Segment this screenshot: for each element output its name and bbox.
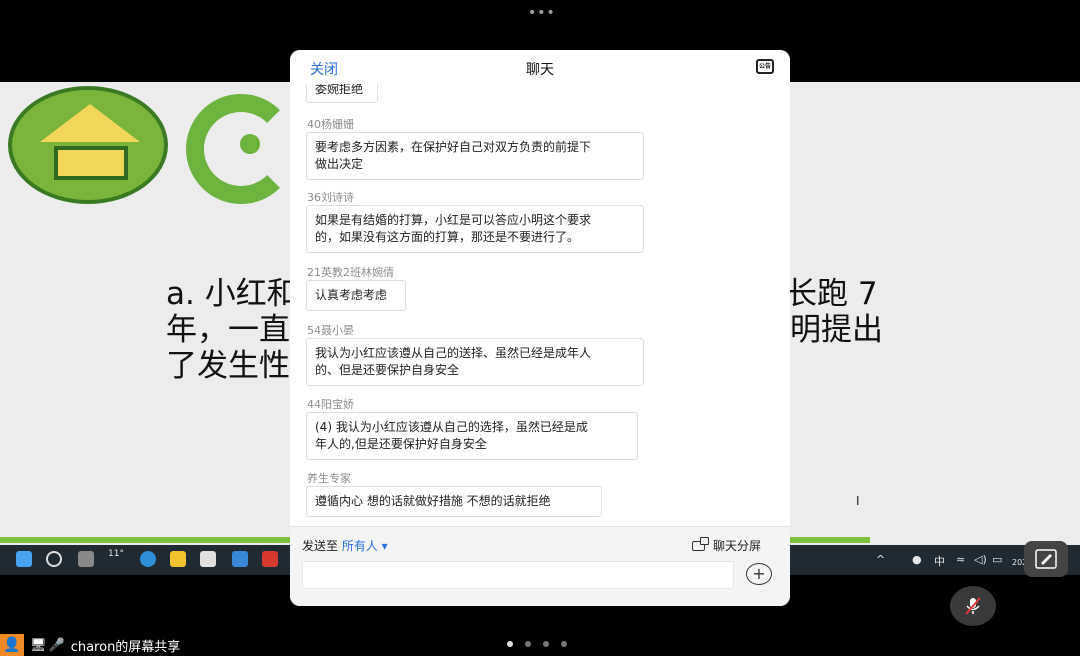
- plus-icon[interactable]: +: [746, 563, 772, 585]
- send-to-target[interactable]: 所有人 ▾: [342, 539, 388, 553]
- message-bubble: 要考虑多方因素，在保护好自己对双方负责的前提下 做出决定: [306, 132, 644, 180]
- battery-icon[interactable]: ▭: [992, 553, 1002, 566]
- house-logo: [8, 86, 168, 204]
- ime-indicator[interactable]: 中: [934, 553, 945, 569]
- chevron-up-icon[interactable]: ^: [876, 553, 885, 566]
- send-to-selector[interactable]: 发送至 所有人 ▾: [302, 537, 388, 554]
- message-line: 认真考虑考虑: [315, 288, 388, 302]
- message-line: 年人的,但是还要保护好自身安全: [315, 437, 487, 451]
- message-input[interactable]: [302, 561, 734, 589]
- page-indicator: [507, 632, 579, 651]
- message-line: 遵循内心 想的话就做好措施 不想的话就拒绝: [315, 494, 551, 508]
- weather-widget[interactable]: 11°: [108, 549, 124, 559]
- message-sender: 54聂小晏: [307, 324, 354, 337]
- runner-logo: [186, 94, 296, 204]
- message-sender: 44阳宝娇: [307, 398, 354, 411]
- screen-share-bar: 👤 🖥 🎤 charon的屏幕共享: [0, 634, 180, 656]
- message-bubble: 我认为小红应该遵从自己的送择、虽然已经是成年人 的、但是还要保护自身安全: [306, 338, 644, 386]
- mute-mic-button[interactable]: [950, 586, 996, 626]
- drag-handle[interactable]: •••: [528, 5, 556, 21]
- edit-icon: [1035, 549, 1057, 569]
- chat-panel: 关闭 聊天 公告 委婉拒绝 40杨姗姗 要考虑多方因素，在保护好自己对双方负责的…: [290, 50, 790, 606]
- wps-icon[interactable]: [262, 551, 278, 567]
- split-label: 聊天分屏: [713, 539, 762, 553]
- mic-off-icon: [965, 597, 981, 615]
- share-label: charon的屏幕共享: [70, 639, 181, 655]
- wifi-icon[interactable]: ≈: [956, 553, 965, 566]
- message-line: 做出决定: [315, 157, 364, 171]
- message-line: 的，如果没有这方面的打算，那还是不要进行了。: [315, 230, 580, 244]
- message-sender: 21英教2班林婉倩: [307, 266, 394, 279]
- start-icon[interactable]: [16, 551, 32, 567]
- split-chat-button[interactable]: 聊天分屏: [692, 537, 761, 554]
- message-line: (4) 我认为小红应该遵从自己的选择，虽然已经是成: [315, 420, 588, 434]
- send-to-label: 发送至: [302, 539, 339, 553]
- slide-line: 年，一直: [166, 312, 290, 348]
- mail-icon[interactable]: [232, 551, 248, 567]
- message-sender: 养生专家: [307, 472, 351, 485]
- pager-dot[interactable]: [507, 641, 513, 647]
- message-line: 的、但是还要保护自身安全: [315, 363, 460, 377]
- volume-icon[interactable]: ◁): [974, 553, 987, 566]
- message-bubble: 遵循内心 想的话就做好措施 不想的话就拒绝: [306, 486, 602, 517]
- chat-header: 关闭 聊天 公告: [290, 50, 790, 85]
- screen-share-icon: 🖥: [30, 637, 47, 653]
- mic-active-icon: 🎤: [48, 637, 65, 653]
- split-screen-icon: [692, 537, 709, 551]
- chat-title: 聊天: [526, 62, 554, 78]
- edge-icon[interactable]: [140, 551, 156, 567]
- announcement-icon[interactable]: 公告: [756, 59, 774, 74]
- message-sender: 36刘诗诗: [307, 191, 354, 204]
- message-list[interactable]: 委婉拒绝 40杨姗姗 要考虑多方因素，在保护好自己对双方负责的前提下 做出决定 …: [290, 84, 790, 526]
- mic-tray-icon[interactable]: ●: [912, 553, 922, 566]
- compose-area: 发送至 所有人 ▾ 聊天分屏 +: [290, 526, 790, 606]
- slide-line: 了发生性: [166, 348, 290, 384]
- message-bubble: 如果是有结婚的打算，小红是可以答应小明这个要求 的，如果没有这方面的打算，那还是…: [306, 205, 644, 253]
- text-cursor-icon: I: [856, 494, 860, 508]
- message-sender: 40杨姗姗: [307, 118, 354, 131]
- search-icon[interactable]: [46, 551, 62, 567]
- message-line: 我认为小红应该遵从自己的送择、虽然已经是成年人: [315, 346, 592, 360]
- folder-icon[interactable]: [170, 551, 186, 567]
- annotate-button[interactable]: [1024, 541, 1068, 577]
- task-view-icon[interactable]: [78, 551, 94, 567]
- pager-dot[interactable]: [525, 641, 531, 647]
- slide-line: 长跑 7: [786, 276, 878, 312]
- slide-line: 明提出: [790, 312, 883, 348]
- slide-line: a. 小红和: [166, 276, 298, 312]
- message-bubble: 认真考虑考虑: [306, 280, 406, 311]
- pager-dot[interactable]: [543, 641, 549, 647]
- store-icon[interactable]: [200, 551, 216, 567]
- pager-dot[interactable]: [561, 641, 567, 647]
- message-line: 要考虑多方因素，在保护好自己对双方负责的前提下: [315, 140, 592, 154]
- message-bubble: (4) 我认为小红应该遵从自己的选择，虽然已经是成 年人的,但是还要保护好自身安…: [306, 412, 638, 460]
- message-line: 如果是有结婚的打算，小红是可以答应小明这个要求: [315, 213, 592, 227]
- user-avatar-icon: 👤: [0, 634, 24, 656]
- message-bubble: 委婉拒绝: [306, 84, 378, 103]
